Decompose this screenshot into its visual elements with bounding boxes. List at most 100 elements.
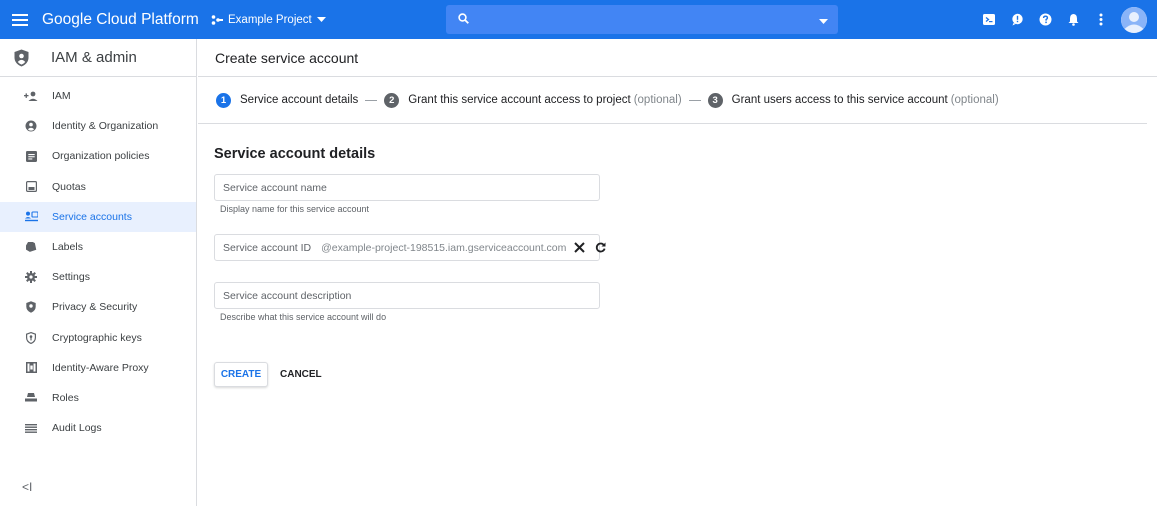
service-account-name-field[interactable] xyxy=(214,174,600,201)
iam-shield-icon xyxy=(4,49,38,67)
step-connector xyxy=(688,99,701,101)
project-dots-icon xyxy=(211,14,223,25)
sidebar-item-label: Identity & Organization xyxy=(52,120,159,133)
section-title: Service account details xyxy=(214,146,376,162)
label-icon xyxy=(21,242,41,252)
top-actions xyxy=(973,0,1147,39)
sidebar-item-label: Identity-Aware Proxy xyxy=(52,361,149,374)
sidebar-item-quotas[interactable]: Quotas xyxy=(0,172,196,202)
help-button[interactable] xyxy=(1033,0,1057,39)
sidebar-item-label: Roles xyxy=(52,391,79,404)
step-optional: (optional) xyxy=(950,94,999,106)
caret-down-icon xyxy=(316,17,326,22)
sidebar-item-identity-aware-proxy[interactable]: Identity-Aware Proxy xyxy=(0,353,196,383)
close-icon xyxy=(574,242,586,253)
sidebar-item-label: IAM xyxy=(52,90,71,103)
cloud-shell-icon xyxy=(983,14,995,25)
account-avatar[interactable] xyxy=(1121,6,1147,33)
step-label: Grant this service account access to pro… xyxy=(408,94,631,106)
sidebar-item-service-accounts[interactable]: Service accounts xyxy=(0,201,196,232)
stepper: 1 Service account details 2 Grant this s… xyxy=(198,77,1147,124)
shield-icon xyxy=(21,301,41,314)
cancel-button[interactable]: CANCEL xyxy=(280,369,322,380)
sidebar-item-label: Quotas xyxy=(52,180,86,193)
search-bar[interactable] xyxy=(446,5,838,34)
description-hint: Describe what this service account will … xyxy=(220,312,387,322)
sidebar-item-iam[interactable]: IAM xyxy=(0,81,196,111)
roles-icon xyxy=(21,393,41,402)
more-vert-icon xyxy=(1099,13,1103,26)
sidebar-header: IAM & admin xyxy=(0,39,196,77)
sidebar-item-label: Organization policies xyxy=(52,150,150,163)
notifications-button[interactable] xyxy=(1061,0,1085,39)
step-number: 3 xyxy=(707,92,723,108)
sidebar-item-privacy-security[interactable]: Privacy & Security xyxy=(0,292,196,322)
step-optional: (optional) xyxy=(633,94,682,106)
more-options-button[interactable] xyxy=(1089,0,1113,39)
list-icon xyxy=(21,423,41,433)
step-label: Service account details xyxy=(240,94,359,106)
sidebar-item-labels[interactable]: Labels xyxy=(0,232,196,262)
account-circle-icon xyxy=(21,120,41,132)
service-account-form: Service account details Display name for… xyxy=(198,146,1157,387)
sidebar-item-label: Cryptographic keys xyxy=(52,331,142,344)
sidebar-title: IAM & admin xyxy=(51,49,137,66)
step-1[interactable]: 1 Service account details xyxy=(216,92,359,108)
search-input[interactable] xyxy=(477,12,811,27)
person-add-icon xyxy=(21,91,41,102)
key-shield-icon xyxy=(21,331,41,344)
clear-id-button[interactable] xyxy=(574,242,586,253)
project-name: Example Project xyxy=(228,13,312,26)
sidebar-item-cryptographic-keys[interactable]: Cryptographic keys xyxy=(0,323,196,353)
service-account-name-input[interactable] xyxy=(223,181,599,194)
page-title: Create service account xyxy=(215,49,359,66)
sidebar-item-settings[interactable]: Settings xyxy=(0,262,196,292)
regenerate-id-button[interactable] xyxy=(595,242,606,253)
gear-icon xyxy=(21,271,41,284)
search-dropdown-icon[interactable] xyxy=(819,11,828,29)
step-connector xyxy=(365,99,378,101)
top-app-bar: Google Cloud Platform Example Project xyxy=(0,0,1157,39)
create-button[interactable]: CREATE xyxy=(214,362,268,387)
step-number: 1 xyxy=(216,92,231,108)
name-hint: Display name for this service account xyxy=(220,204,370,214)
service-account-id-suffix: @example-project-198515.iam.gserviceacco… xyxy=(321,241,567,254)
service-account-icon xyxy=(21,211,41,222)
quota-icon xyxy=(21,181,41,193)
sidebar-item-label: Privacy & Security xyxy=(52,301,138,314)
sidebar-item-label: Labels xyxy=(52,241,83,254)
main-content: Create service account 1 Service account… xyxy=(198,39,1157,506)
sidebar-item-audit-logs[interactable]: Audit Logs xyxy=(0,413,196,443)
sidebar-item-identity-organization[interactable]: Identity & Organization xyxy=(0,111,196,141)
sidebar-nav: IAM Identity & Organization Organization… xyxy=(0,81,196,443)
feedback-button[interactable] xyxy=(1005,0,1029,39)
cloud-shell-button[interactable] xyxy=(977,0,1001,39)
hamburger-menu-button[interactable] xyxy=(0,0,40,39)
project-selector[interactable]: Example Project xyxy=(211,14,326,26)
sidebar-item-label: Audit Logs xyxy=(52,422,102,435)
sidebar-item-organization-policies[interactable]: Organization policies xyxy=(0,141,196,171)
help-icon xyxy=(1039,13,1051,26)
sidebar: IAM & admin IAM Identity & Organization … xyxy=(0,39,197,506)
policy-doc-icon xyxy=(21,150,41,162)
sidebar-item-roles[interactable]: Roles xyxy=(0,383,196,413)
service-account-id-label: Service account ID xyxy=(223,241,312,254)
collapse-sidebar-button[interactable]: <I xyxy=(22,480,32,494)
search-icon xyxy=(458,11,469,29)
refresh-icon xyxy=(596,242,606,253)
service-account-description-input[interactable] xyxy=(223,289,599,302)
step-3[interactable]: 3 Grant users access to this service acc… xyxy=(707,92,999,108)
account-avatar-icon xyxy=(1121,6,1147,33)
form-actions: CREATE CANCEL xyxy=(214,362,1157,387)
service-account-id-field[interactable]: Service account ID @example-project-1985… xyxy=(214,234,606,261)
sidebar-item-label: Service accounts xyxy=(52,210,132,223)
step-2[interactable]: 2 Grant this service account access to p… xyxy=(384,92,682,108)
brand-title[interactable]: Google Cloud Platform xyxy=(42,11,199,29)
proxy-icon xyxy=(21,362,41,374)
step-number: 2 xyxy=(384,92,400,108)
notifications-feedback-icon xyxy=(1011,13,1023,26)
service-account-description-field[interactable] xyxy=(214,282,600,309)
sidebar-item-label: Settings xyxy=(52,271,90,284)
step-label: Grant users access to this service accou… xyxy=(731,94,948,106)
main-header: Create service account xyxy=(198,39,1157,77)
